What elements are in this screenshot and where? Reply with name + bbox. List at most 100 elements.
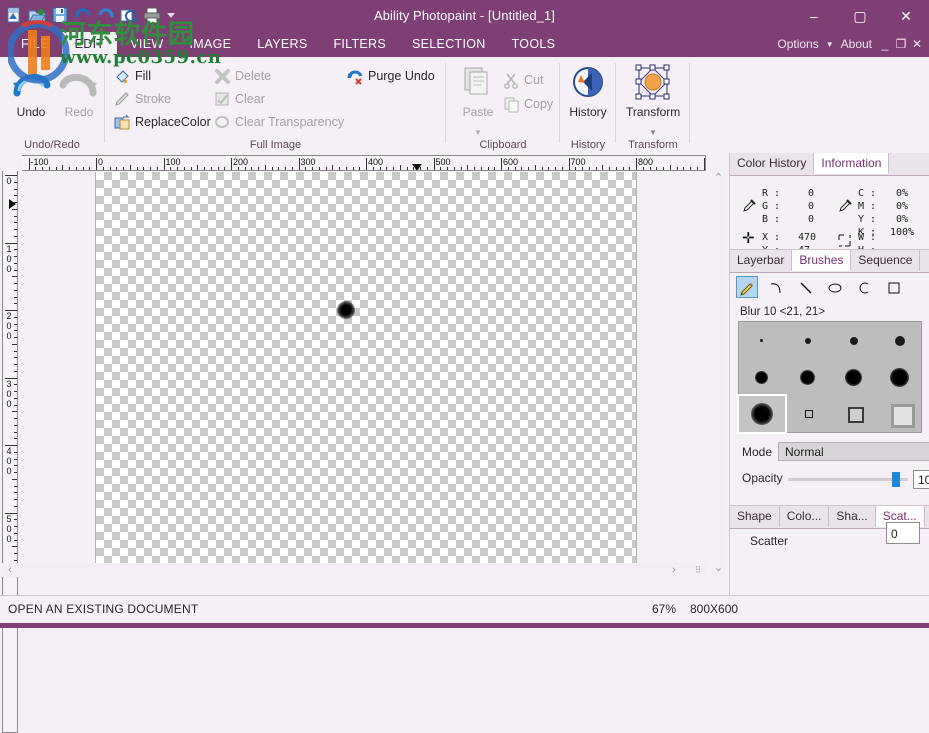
copy-button[interactable]: Copy — [503, 93, 553, 115]
menu-item-selection[interactable]: SELECTION — [399, 32, 499, 57]
status-image-size: 800X600 — [690, 602, 738, 616]
ribbon-group-history: History History — [561, 57, 615, 153]
brush-swatch[interactable] — [831, 359, 877, 396]
pencil-tool-icon[interactable] — [736, 276, 758, 298]
fill-button[interactable]: Fill — [114, 65, 151, 87]
delete-button[interactable]: Delete — [214, 65, 271, 87]
redo-button[interactable]: Redo — [52, 63, 106, 129]
vertical-ruler-marker — [9, 199, 16, 209]
menu-item-filters[interactable]: FILTERS — [320, 32, 399, 57]
brush-swatch[interactable] — [877, 396, 923, 432]
artboard-canvas[interactable] — [96, 172, 636, 576]
document-close-button[interactable]: ✕ — [909, 32, 925, 57]
replacecolor-icon — [114, 114, 131, 131]
brush-swatch[interactable] — [785, 359, 831, 396]
tab-brushes[interactable]: Brushes — [792, 250, 851, 271]
ribbon-separator — [615, 63, 616, 143]
canvas-vertical-scrollbar[interactable]: ⌃ ⌄ — [712, 171, 725, 575]
status-zoom-level[interactable]: 67% — [652, 602, 676, 616]
clear-transparency-label: Clear Transparency — [235, 115, 344, 129]
brush-swatch[interactable] — [739, 322, 785, 359]
paste-button[interactable]: Paste ▼ — [451, 63, 505, 129]
document-minimize-button[interactable]: _ — [877, 32, 893, 57]
brush-preview-grid[interactable] — [738, 321, 922, 433]
mode-select[interactable]: Normal — [778, 442, 929, 461]
purge-undo-button[interactable]: Purge Undo — [347, 65, 435, 87]
arc-tool-icon[interactable] — [853, 276, 875, 298]
ellipse-tool-icon[interactable] — [824, 276, 846, 298]
ribbon-group-label-full-image: Full Image — [106, 139, 445, 151]
transform-dropdown-caret-icon[interactable]: ▼ — [626, 128, 680, 137]
brush-swatch[interactable] — [831, 322, 877, 359]
menu-item-file[interactable]: FILE — [8, 32, 62, 57]
scroll-right-button[interactable]: › — [668, 563, 680, 577]
new-document-icon[interactable] — [4, 5, 24, 25]
ribbon-group-label-clipboard: Clipboard — [447, 139, 559, 151]
replacecolor-button[interactable]: ReplaceColor — [114, 111, 211, 133]
ribbon: Undo Redo Undo/Redo Fill — [0, 57, 929, 154]
paste-dropdown-caret-icon[interactable]: ▼ — [451, 128, 505, 137]
brush-swatch-selected[interactable] — [739, 396, 785, 432]
delete-label: Delete — [235, 69, 271, 83]
history-button[interactable]: History — [561, 63, 615, 129]
tab-sequence[interactable]: Sequence — [851, 250, 920, 271]
tab-color-history[interactable]: Color History — [730, 153, 814, 174]
dock-mid-tabstrip: Layerbar Brushes Sequence — [730, 249, 929, 273]
scroll-up-button[interactable]: ⌃ — [712, 171, 725, 185]
horizontal-ruler[interactable]: -10001002003004005006007008009 — [22, 155, 706, 171]
scroll-left-button[interactable]: ‹ — [4, 563, 16, 577]
brush-swatch[interactable] — [877, 359, 923, 396]
undo-big-icon — [9, 63, 53, 103]
replacecolor-label: ReplaceColor — [135, 115, 211, 129]
brush-swatch[interactable] — [739, 359, 785, 396]
options-menu[interactable]: Options — [772, 32, 823, 57]
brush-swatch[interactable] — [831, 396, 877, 432]
transform-button[interactable]: Transform ▼ — [626, 63, 680, 129]
blend-mode-row: Mode Normal — [730, 441, 929, 467]
horizontal-scrollbar[interactable]: ‹ › ⠿ — [2, 563, 706, 577]
resize-grip-icon[interactable]: ⠿ — [692, 564, 704, 576]
menu-item-layers[interactable]: LAYERS — [244, 32, 320, 57]
rgb-r-value: 0 — [808, 188, 814, 199]
horizontal-ruler-marker — [412, 164, 422, 171]
close-button[interactable]: ✕ — [883, 0, 929, 32]
clear-label: Clear — [235, 92, 265, 106]
about-menu[interactable]: About — [836, 32, 877, 57]
menu-item-tools[interactable]: TOOLS — [499, 32, 569, 57]
tab-shape[interactable]: Shape — [730, 506, 780, 527]
tab-color[interactable]: Colo... — [780, 506, 830, 527]
ribbon-group-undo-redo: Undo Redo Undo/Redo — [0, 57, 104, 153]
stroke-button[interactable]: Stroke — [114, 88, 171, 110]
opacity-slider-track[interactable] — [788, 478, 908, 481]
brush-swatch[interactable] — [785, 322, 831, 359]
scatter-value-field[interactable]: 0 — [886, 522, 920, 544]
opacity-slider-thumb[interactable] — [892, 472, 900, 487]
open-document-icon[interactable] — [27, 5, 47, 25]
curve-tool-icon[interactable] — [765, 276, 787, 298]
clear-transparency-button[interactable]: Clear Transparency — [214, 111, 344, 133]
brush-swatch[interactable] — [785, 396, 831, 432]
brush-swatch[interactable] — [877, 322, 923, 359]
opacity-value-field[interactable]: 10 — [913, 470, 929, 489]
cut-button[interactable]: Cut — [503, 69, 543, 91]
rectangle-tool-icon[interactable] — [883, 276, 905, 298]
maximize-button[interactable]: ▢ — [837, 0, 883, 32]
fill-icon — [114, 68, 131, 85]
scroll-down-button[interactable]: ⌄ — [712, 561, 725, 575]
document-restore-button[interactable]: ❐ — [893, 32, 909, 57]
tab-layerbar[interactable]: Layerbar — [730, 250, 792, 271]
cmyk-eyedropper-icon — [838, 199, 852, 216]
ribbon-group-label-undo-redo: Undo/Redo — [0, 139, 104, 151]
vertical-ruler[interactable]: 0100200300400500 — [2, 171, 18, 733]
tab-information[interactable]: Information — [814, 153, 889, 174]
undo-button[interactable]: Undo — [4, 63, 58, 129]
minimize-button[interactable]: – — [791, 0, 837, 32]
ribbon-group-label-transform: Transform — [617, 139, 689, 151]
current-brush-name: Blur 10 <21, 21> — [730, 302, 929, 321]
tab-shading[interactable]: Sha... — [829, 506, 875, 527]
canvas-viewport[interactable] — [22, 172, 706, 576]
options-caret-icon[interactable]: ▼ — [824, 40, 836, 49]
line-tool-icon[interactable] — [795, 276, 817, 298]
clear-button[interactable]: Clear — [214, 88, 265, 110]
cmyk-k-value: 100% — [890, 227, 914, 238]
